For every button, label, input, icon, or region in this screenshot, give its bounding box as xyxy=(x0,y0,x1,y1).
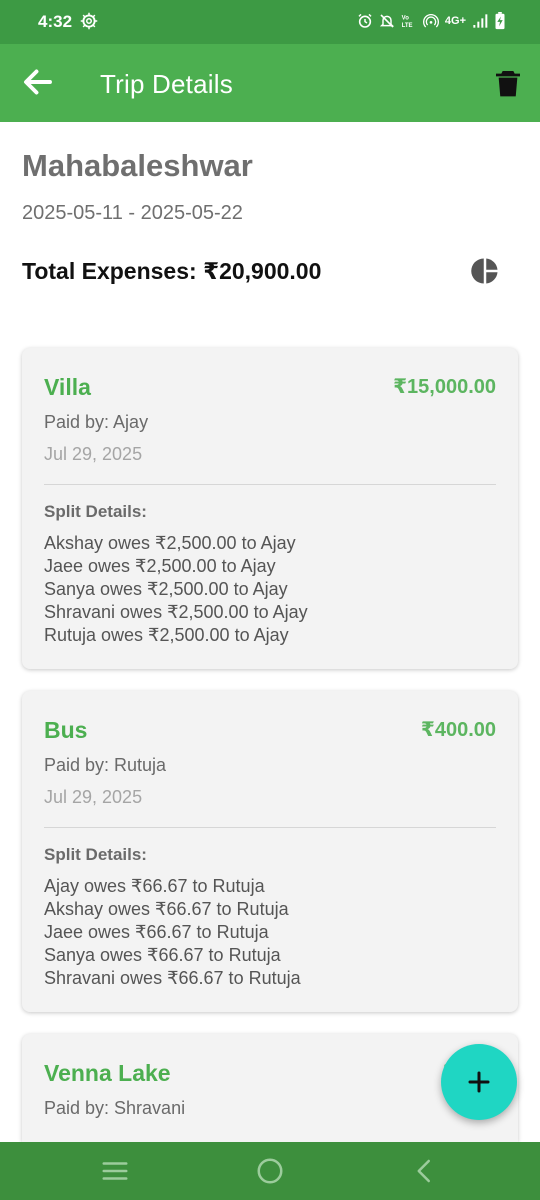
card-divider xyxy=(44,484,496,485)
split-list: Akshay owes ₹2,500.00 to Ajay Jaee owes … xyxy=(44,532,308,647)
split-details-label: Split Details: xyxy=(44,845,147,864)
split-item: Shravani owes ₹2,500.00 to Ajay xyxy=(44,602,308,622)
settings-icon xyxy=(80,12,98,30)
pie-chart-icon[interactable] xyxy=(470,256,500,286)
add-expense-button[interactable] xyxy=(441,1044,517,1120)
expense-card[interactable]: Villa ₹15,000.00 Paid by: Ajay Jul 29, 2… xyxy=(22,348,518,669)
alarm-icon xyxy=(358,13,372,28)
expense-title: Villa xyxy=(44,374,91,400)
split-item: Akshay owes ₹66.67 to Rutuja xyxy=(44,899,289,919)
split-item: Shravani owes ₹66.67 to Rutuja xyxy=(44,968,301,988)
back-arrow-icon[interactable] xyxy=(20,64,56,100)
app-bar: Trip Details xyxy=(0,44,540,122)
trip-dates: 2025-05-11 - 2025-05-22 xyxy=(22,202,243,224)
status-bar: 4:32 Vo LTE 4G+ xyxy=(0,0,540,44)
split-list: Ajay owes ₹66.67 to Rutuja Akshay owes ₹… xyxy=(44,875,301,990)
back-chevron-icon[interactable] xyxy=(410,1156,440,1186)
split-item: Rutuja owes ₹2,500.00 to Ajay xyxy=(44,625,289,645)
expense-date: Jul 29, 2025 xyxy=(44,444,143,464)
split-details-label: Split Details: xyxy=(44,502,147,521)
page-title: Trip Details xyxy=(100,69,233,99)
home-circle-icon[interactable] xyxy=(255,1156,285,1186)
total-expenses: Total Expenses: ₹20,900.00 xyxy=(22,258,322,284)
trip-name: Mahabaleshwar xyxy=(22,148,253,183)
card-divider xyxy=(44,827,496,828)
svg-text:LTE: LTE xyxy=(402,23,413,29)
split-item: Sanya owes ₹66.67 to Rutuja xyxy=(44,945,281,965)
expense-amount: ₹15,000.00 xyxy=(393,376,496,398)
system-nav-bar xyxy=(0,1142,540,1200)
expense-date: Jul 29, 2025 xyxy=(44,787,143,807)
signal-icon xyxy=(473,14,488,28)
svg-text:Vo: Vo xyxy=(402,16,410,22)
battery-charging-icon xyxy=(495,12,505,30)
volte-icon: VoLTE xyxy=(402,16,413,29)
menu-icon[interactable] xyxy=(100,1156,130,1186)
expense-title: Bus xyxy=(44,717,88,743)
bell-off-icon xyxy=(379,14,394,28)
expense-amount: ₹400.00 xyxy=(420,719,496,741)
expense-paid-by: Paid by: Shravani xyxy=(44,1098,186,1118)
split-item: Ajay owes ₹66.67 to Rutuja xyxy=(44,876,265,896)
expense-card[interactable]: Bus ₹400.00 Paid by: Rutuja Jul 29, 2025… xyxy=(22,691,518,1012)
split-item: Jaee owes ₹2,500.00 to Ajay xyxy=(44,556,276,576)
status-icons: Vo LTE 4G+ xyxy=(357,12,506,30)
network-type: 4G+ xyxy=(444,15,466,27)
split-item: Sanya owes ₹2,500.00 to Ajay xyxy=(44,579,288,599)
status-time: 4:32 xyxy=(38,12,73,31)
trash-icon[interactable] xyxy=(492,66,524,100)
plus-icon xyxy=(468,1071,490,1093)
expense-title: Venna Lake xyxy=(44,1060,171,1086)
expense-paid-by: Paid by: Rutuja xyxy=(44,755,167,775)
hotspot-icon xyxy=(422,13,439,28)
expense-paid-by: Paid by: Ajay xyxy=(44,412,149,432)
split-item: Jaee owes ₹66.67 to Rutuja xyxy=(44,922,269,942)
split-item: Akshay owes ₹2,500.00 to Ajay xyxy=(44,533,296,553)
